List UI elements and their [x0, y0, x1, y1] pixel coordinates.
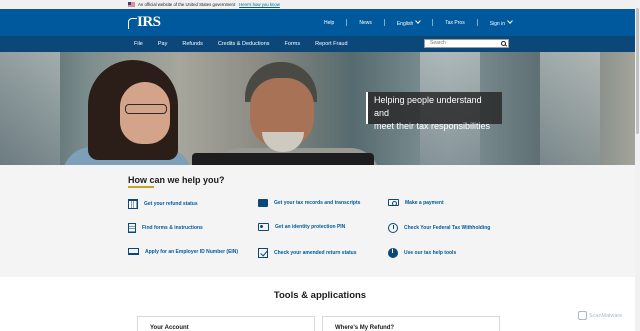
watermark: ScanMalware: [578, 311, 622, 320]
help-link-label: Get your tax records and transcripts: [274, 200, 361, 206]
checkbox-icon: [258, 248, 268, 258]
divider: [476, 19, 478, 26]
how-you-know-link[interactable]: Here's how you know: [239, 2, 280, 7]
main-nav: File Pay Refunds Credits & Deductions Fo…: [0, 36, 640, 52]
calendar-icon: [128, 199, 138, 209]
language-selector[interactable]: English: [396, 17, 422, 27]
laptop-icon: [128, 248, 139, 255]
watermark-logo-icon: [578, 311, 587, 320]
nav-item-report-fraud[interactable]: Report Fraud: [315, 41, 347, 47]
language-label: English: [396, 20, 414, 27]
divider: [346, 19, 348, 26]
help-link-amended-return[interactable]: Check your amended return status: [258, 248, 357, 258]
title-underline: [128, 186, 154, 188]
help-link-label: Use our tax help tools: [404, 250, 457, 256]
hero-caption-line: Helping people understand and: [374, 95, 482, 118]
tool-card-your-account[interactable]: Your Account: [137, 316, 315, 331]
search-input[interactable]: Search: [424, 39, 509, 48]
info-icon: [388, 248, 398, 258]
divider: [383, 19, 385, 26]
help-link-ein[interactable]: Apply for an Employer ID Number (EIN): [128, 248, 238, 255]
chevron-down-icon: [507, 17, 513, 24]
background-window: [540, 52, 600, 165]
sign-in-label: Sign in: [489, 20, 505, 27]
tool-card-wheres-my-refund[interactable]: Where's My Refund?: [322, 316, 500, 331]
help-title: How can we help you?: [128, 175, 225, 185]
hero-caption-line: meet their tax responsibilities: [374, 121, 491, 131]
irs-logo[interactable]: IRS: [128, 14, 161, 31]
nav-item-pay[interactable]: Pay: [158, 41, 167, 47]
utility-links: Help News English Tax Pros Sign in: [324, 9, 513, 36]
nav-item-file[interactable]: File: [134, 41, 143, 47]
nav-item-credits-deductions[interactable]: Credits & Deductions: [218, 41, 270, 47]
nav-item-forms[interactable]: Forms: [285, 41, 301, 47]
background-window: [0, 52, 60, 165]
laptop-shape: [192, 153, 374, 165]
news-link[interactable]: News: [359, 20, 372, 26]
id-card-icon: [258, 223, 269, 231]
gov-banner: An official website of the United States…: [0, 0, 640, 9]
search-placeholder: Search: [430, 40, 446, 46]
help-link-forms[interactable]: Find forms & instructions: [128, 223, 203, 233]
hero-caption: Helping people understand and meet their…: [366, 92, 502, 131]
help-link-label: Check Your Federal Tax Withholding: [404, 225, 491, 231]
logo-text: IRS: [137, 14, 161, 30]
hero-banner: Helping people understand and meet their…: [0, 52, 640, 165]
help-link-label: Find forms & instructions: [142, 225, 203, 231]
help-link-label: Apply for an Employer ID Number (EIN): [145, 248, 239, 255]
help-link-tax-tools[interactable]: Use our tax help tools: [388, 248, 456, 258]
scrollbar-thumb[interactable]: [636, 8, 639, 134]
help-link[interactable]: Help: [324, 20, 334, 26]
help-link-withholding[interactable]: Check Your Federal Tax Withholding: [388, 223, 490, 233]
help-section: How can we help you? Get your refund sta…: [0, 165, 640, 277]
help-link-refund-status[interactable]: Get your refund status: [128, 199, 198, 209]
folder-icon: [258, 199, 268, 207]
money-icon: [388, 199, 399, 206]
page-scrollbar[interactable]: [635, 0, 640, 331]
clock-icon: [388, 223, 398, 233]
chevron-down-icon: [415, 17, 422, 24]
tools-title: Tools & applications: [273, 290, 367, 301]
help-link-tax-records[interactable]: Get your tax records and transcripts: [258, 199, 360, 207]
tool-card-title: Your Account: [150, 325, 189, 331]
gov-banner-text: An official website of the United States…: [138, 2, 236, 7]
document-icon: [128, 223, 136, 233]
eagle-icon: [128, 17, 137, 29]
divider: [432, 19, 434, 26]
help-link-ip-pin[interactable]: Get an identity protection PIN: [258, 223, 345, 231]
tool-card-title: Where's My Refund?: [335, 325, 395, 331]
glasses-shape: [125, 104, 167, 114]
site-header: IRS Help News English Tax Pros Sign in: [0, 9, 640, 36]
watermark-text: ScanMalware: [589, 312, 623, 319]
help-link-make-payment[interactable]: Make a payment: [388, 199, 444, 206]
help-link-label: Check your amended return status: [274, 250, 357, 256]
help-link-label: Make a payment: [405, 199, 444, 206]
search-icon[interactable]: [501, 41, 506, 46]
sign-in-menu[interactable]: Sign in: [489, 17, 513, 27]
tax-pros-link[interactable]: Tax Pros: [445, 20, 464, 26]
help-link-label: Get your refund status: [144, 201, 198, 207]
nav-item-refunds[interactable]: Refunds: [182, 41, 203, 47]
us-flag-icon: [128, 2, 135, 7]
help-link-label: Get an identity protection PIN: [275, 224, 346, 230]
